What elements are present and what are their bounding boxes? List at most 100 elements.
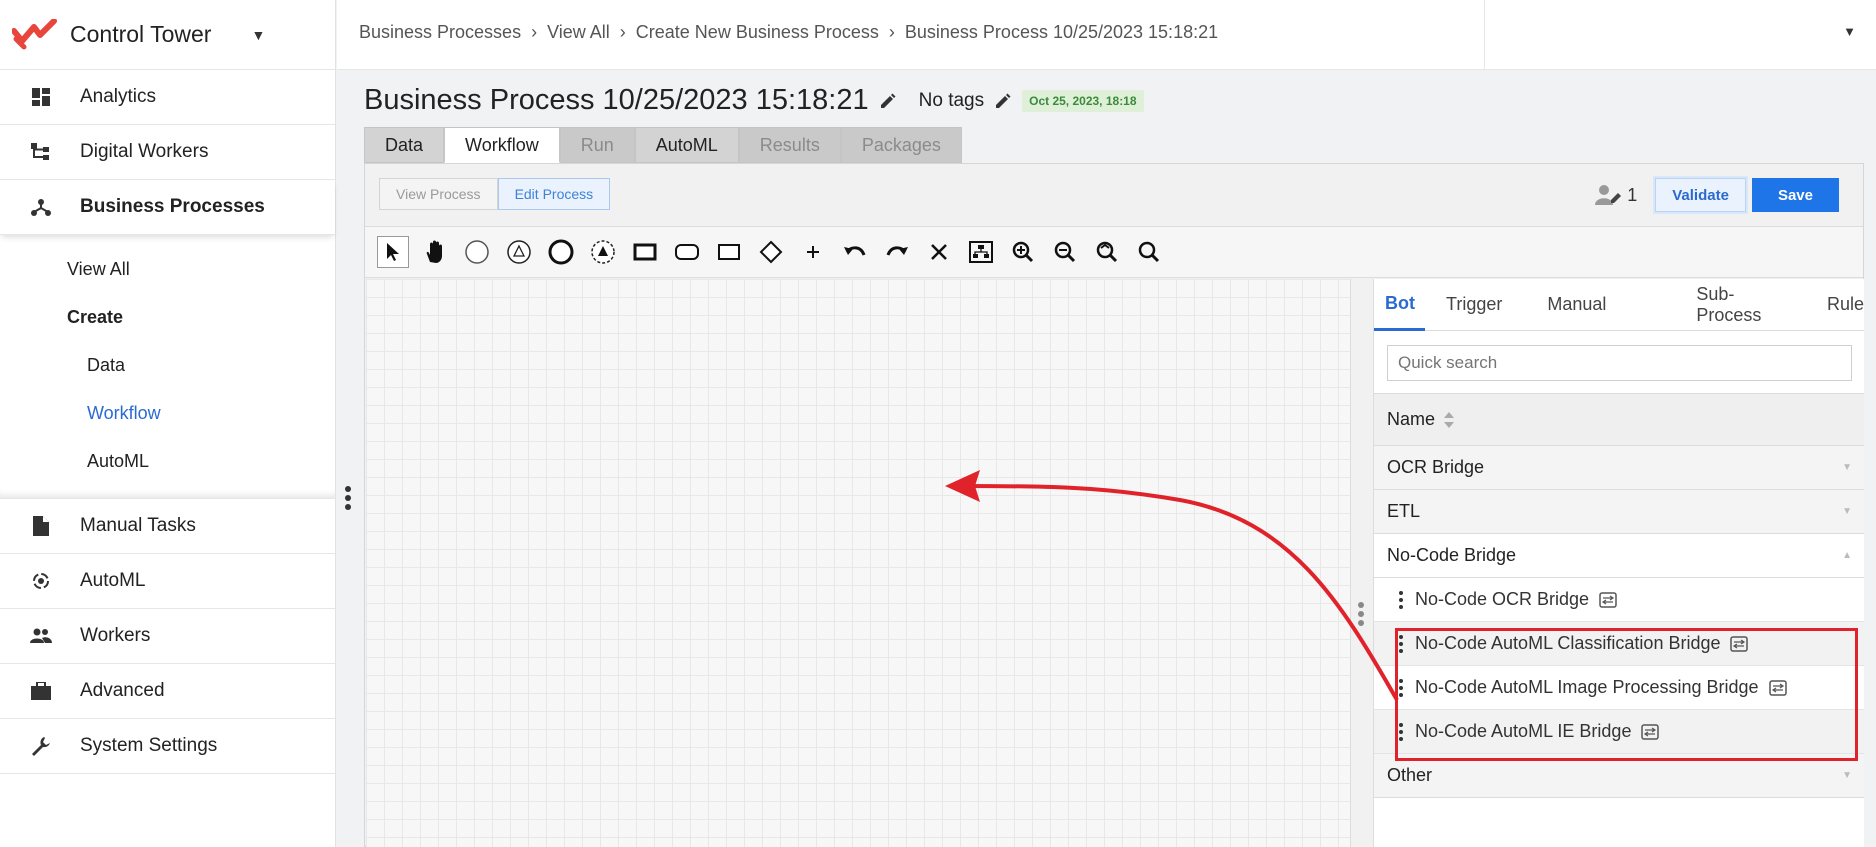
bot-item-label: No-Code AutoML IE Bridge: [1415, 721, 1632, 741]
nav-advanced[interactable]: Advanced: [0, 664, 335, 719]
breadcrumb: Business Processes › View All › Create N…: [359, 22, 1218, 43]
auto-layout-icon[interactable]: [965, 236, 997, 268]
breadcrumb-item[interactable]: View All: [547, 22, 610, 43]
tab-automl[interactable]: AutoML: [634, 127, 739, 163]
tab-workflow[interactable]: Workflow: [444, 127, 560, 163]
validate-button[interactable]: Validate: [1655, 178, 1746, 212]
tab-results: Results: [738, 127, 841, 163]
drag-handle-icon[interactable]: [1399, 677, 1403, 698]
subnav-automl[interactable]: AutoML: [0, 437, 335, 485]
intermediate-event-tool-icon[interactable]: [503, 236, 535, 268]
sidebar-resize-handle[interactable]: [345, 486, 353, 512]
save-button[interactable]: Save: [1751, 178, 1839, 212]
header-divider: [1484, 0, 1485, 70]
bot-item-label: No-Code AutoML Image Processing Bridge: [1415, 677, 1759, 697]
bridge-icon: [1641, 723, 1660, 740]
subnav-create[interactable]: Create: [0, 293, 335, 341]
name-column-header[interactable]: Name: [1374, 394, 1864, 446]
nav-system-settings[interactable]: System Settings: [0, 719, 335, 774]
assignees[interactable]: 1: [1595, 184, 1637, 206]
end-event-tool-icon[interactable]: [545, 236, 577, 268]
assignee-count: 1: [1627, 184, 1638, 205]
nav-automl[interactable]: AutoML: [0, 554, 335, 609]
dashboard-icon: [30, 86, 52, 108]
add-tool-icon[interactable]: [797, 236, 829, 268]
subnav-workflow[interactable]: Workflow: [0, 389, 335, 437]
search-wrap: [1374, 331, 1864, 394]
subprocess-tool-icon[interactable]: [671, 236, 703, 268]
breadcrumb-item[interactable]: Business Processes: [359, 22, 521, 43]
signal-event-tool-icon[interactable]: [587, 236, 619, 268]
redo-icon[interactable]: [881, 236, 913, 268]
top-bar: Business Processes › View All › Create N…: [337, 0, 1876, 70]
zoom-reset-icon[interactable]: [1133, 236, 1165, 268]
bot-item-no-code-ocr-bridge[interactable]: No-Code OCR Bridge: [1374, 578, 1864, 622]
chevron-right-icon: ›: [619, 22, 626, 42]
nav-label: Advanced: [80, 680, 165, 701]
component-palette: Bot Trigger Manual Sub-Process Rule Name…: [1373, 279, 1864, 847]
palette-tab-sub-process[interactable]: Sub-Process: [1685, 279, 1776, 331]
nav-workers[interactable]: Workers: [0, 609, 335, 664]
nav-manual-tasks[interactable]: Manual Tasks: [0, 499, 335, 554]
drag-handle-icon[interactable]: [1399, 589, 1403, 610]
start-event-tool-icon[interactable]: [461, 236, 493, 268]
group-label: Other: [1387, 765, 1433, 785]
group-etl[interactable]: ETL ▼: [1374, 490, 1864, 534]
bot-item-no-code-automl-classification-bridge[interactable]: No-Code AutoML Classification Bridge: [1374, 622, 1864, 666]
workflow-canvas[interactable]: [366, 279, 1350, 847]
chevron-right-icon: ›: [531, 22, 538, 42]
chevron-down-icon: ▼: [1842, 462, 1852, 473]
nav-digital-workers[interactable]: Digital Workers: [0, 125, 335, 180]
bot-item-label: No-Code AutoML Classification Bridge: [1415, 633, 1721, 653]
drag-handle-icon[interactable]: [1399, 633, 1403, 654]
group-other[interactable]: Other ▼: [1374, 754, 1864, 798]
view-process-button[interactable]: View Process: [379, 178, 498, 210]
tags-label: No tags: [918, 89, 985, 111]
nav-label: Digital Workers: [80, 141, 209, 162]
tab-data[interactable]: Data: [364, 127, 445, 163]
briefcase-icon: [30, 680, 52, 702]
group-ocr-bridge[interactable]: OCR Bridge ▼: [1374, 446, 1864, 490]
user-menu-caret-icon[interactable]: ▼: [1843, 24, 1856, 39]
gateway-tool-icon[interactable]: [755, 236, 787, 268]
title-row: Business Process 10/25/2023 15:18:21 No …: [364, 84, 1144, 117]
group-tool-icon[interactable]: [713, 236, 745, 268]
edit-process-button[interactable]: Edit Process: [497, 178, 611, 210]
edit-title-pencil-icon[interactable]: [879, 92, 897, 110]
quick-search-input[interactable]: [1387, 345, 1852, 381]
zoom-out-icon[interactable]: [1049, 236, 1081, 268]
nav-analytics[interactable]: Analytics: [0, 70, 335, 125]
bot-item-no-code-automl-ie-bridge[interactable]: No-Code AutoML IE Bridge: [1374, 710, 1864, 754]
group-no-code-bridge[interactable]: No-Code Bridge ▲: [1374, 534, 1864, 578]
edit-tags-pencil-icon[interactable]: [994, 92, 1012, 110]
zoom-fit-icon[interactable]: [1091, 236, 1123, 268]
hand-pan-tool-icon[interactable]: [419, 236, 451, 268]
nav-label: System Settings: [80, 735, 218, 756]
bot-item-no-code-automl-image-processing-bridge[interactable]: No-Code AutoML Image Processing Bridge: [1374, 666, 1864, 710]
palette-tab-trigger[interactable]: Trigger: [1435, 279, 1502, 331]
nav-business-processes[interactable]: Business Processes: [0, 180, 335, 235]
pointer-tool-icon[interactable]: [377, 236, 409, 268]
nav-label: Workers: [80, 625, 151, 646]
app-switcher-caret-icon[interactable]: ▼: [251, 27, 265, 43]
breadcrumb-item[interactable]: Create New Business Process: [636, 22, 879, 43]
brand-header[interactable]: Control Tower ▼: [0, 0, 335, 70]
chevron-down-icon: ▼: [1842, 770, 1852, 781]
palette-tab-manual[interactable]: Manual: [1536, 279, 1606, 331]
palette-resize-handle[interactable]: [1358, 602, 1364, 629]
undo-icon[interactable]: [839, 236, 871, 268]
subnav-data[interactable]: Data: [0, 341, 335, 389]
palette-tab-rule[interactable]: Rule: [1816, 279, 1864, 331]
zoom-in-icon[interactable]: [1007, 236, 1039, 268]
drag-handle-icon[interactable]: [1399, 721, 1403, 742]
flow-icon: [30, 196, 52, 218]
bridge-icon: [1730, 635, 1749, 652]
tab-run: Run: [559, 127, 635, 163]
palette-tab-bot[interactable]: Bot: [1374, 279, 1425, 331]
sort-icon: [1443, 411, 1455, 429]
bot-item-label: No-Code OCR Bridge: [1415, 589, 1590, 609]
task-tool-icon[interactable]: [629, 236, 661, 268]
delete-icon[interactable]: [923, 236, 955, 268]
subnav-view-all[interactable]: View All: [0, 245, 335, 293]
document-icon: [30, 515, 52, 537]
